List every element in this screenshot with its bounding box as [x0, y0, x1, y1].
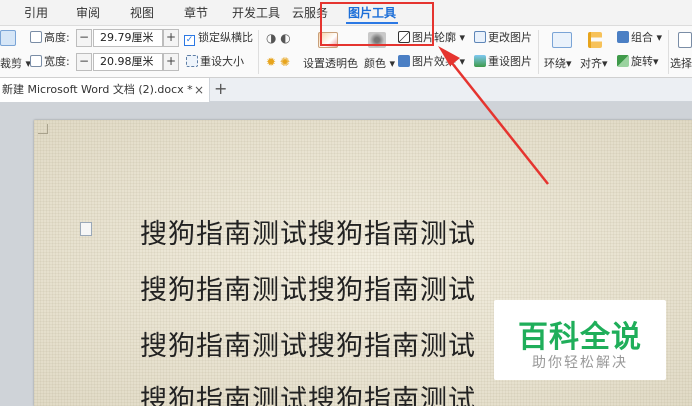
- height-increase-button[interactable]: +: [163, 29, 179, 47]
- document-tab[interactable]: 新建 Microsoft Word 文档 (2).docx * ×: [0, 78, 210, 102]
- paragraph-marker-icon: [80, 222, 92, 236]
- set-transparent-color-button[interactable]: 设置透明色: [303, 56, 358, 72]
- color-button[interactable]: 颜色 ▾: [364, 56, 395, 72]
- ribbon-separator: [538, 30, 539, 74]
- crop-button[interactable]: 裁剪 ▾: [0, 56, 31, 72]
- width-icon: [30, 55, 42, 67]
- close-tab-icon[interactable]: ×: [194, 78, 204, 102]
- crop-mark: [38, 124, 48, 134]
- app-window: 引用 审阅 视图 章节 开发工具 云服务 图片工具 裁剪 ▾ 高度: − 29.…: [0, 0, 692, 406]
- tab-references[interactable]: 引用: [24, 0, 48, 26]
- crop-icon: [0, 30, 16, 46]
- group-icon: [617, 31, 629, 43]
- width-label: 宽度:: [30, 54, 70, 70]
- height-decrease-button[interactable]: −: [76, 29, 92, 47]
- checkmark-icon: ✓: [184, 35, 195, 46]
- height-label: 高度:: [30, 30, 70, 46]
- align-icon: [588, 32, 602, 48]
- group-button[interactable]: 组合 ▾: [617, 30, 662, 46]
- picture-effect-button[interactable]: 图片效果 ▾: [398, 54, 465, 70]
- crop-label: 裁剪: [0, 57, 22, 70]
- ribbon-separator: [258, 30, 259, 74]
- contrast-icon[interactable]: ◑ ◐: [266, 30, 291, 46]
- align-button[interactable]: 对齐▾: [580, 56, 608, 72]
- change-picture-icon: [474, 31, 486, 43]
- select-icon: [678, 32, 692, 48]
- tab-review[interactable]: 审阅: [76, 0, 100, 26]
- reset-picture-button[interactable]: 重设图片: [474, 54, 532, 70]
- reset-size-icon: [186, 55, 198, 67]
- height-input[interactable]: 29.79厘米: [93, 29, 163, 47]
- watermark-subtitle: 助你轻松解决: [532, 355, 628, 371]
- document-text-line[interactable]: 搜狗指南测试搜狗指南测试: [140, 378, 476, 406]
- wrap-icon: [552, 32, 572, 48]
- wrap-button[interactable]: 环绕▾: [544, 56, 572, 72]
- reset-picture-icon: [474, 55, 486, 67]
- document-text-line[interactable]: 搜狗指南测试搜狗指南测试: [140, 324, 476, 363]
- document-text-line[interactable]: 搜狗指南测试搜狗指南测试: [140, 212, 476, 251]
- document-tab-bar: 新建 Microsoft Word 文档 (2).docx * × +: [0, 78, 692, 102]
- ribbon-separator: [668, 30, 669, 74]
- brightness-icon[interactable]: ✹ ✺: [266, 54, 290, 70]
- width-increase-button[interactable]: +: [163, 53, 179, 71]
- height-icon: [30, 31, 42, 43]
- document-text-line[interactable]: 搜狗指南测试搜狗指南测试: [140, 268, 476, 307]
- rotate-icon: [617, 55, 629, 67]
- picture-effect-icon: [398, 55, 410, 67]
- change-picture-button[interactable]: 更改图片: [474, 30, 532, 46]
- select-button[interactable]: 选择: [670, 56, 692, 72]
- rotate-button[interactable]: 旋转▾: [617, 54, 659, 70]
- lock-aspect-ratio-checkbox[interactable]: ✓ 锁定纵横比: [184, 30, 253, 46]
- width-decrease-button[interactable]: −: [76, 53, 92, 71]
- tab-sections[interactable]: 章节: [184, 0, 208, 26]
- reset-size-button[interactable]: 重设大小: [186, 54, 244, 70]
- width-input[interactable]: 20.98厘米: [93, 53, 163, 71]
- new-tab-button[interactable]: +: [214, 78, 227, 102]
- tab-developer[interactable]: 开发工具: [232, 0, 280, 26]
- tab-view[interactable]: 视图: [130, 0, 154, 26]
- watermark-logo: 百科全说 助你轻松解决: [494, 300, 666, 380]
- document-tab-title: 新建 Microsoft Word 文档 (2).docx *: [2, 83, 193, 96]
- watermark-title: 百科全说: [518, 320, 642, 355]
- annotation-highlight-box: [320, 2, 434, 46]
